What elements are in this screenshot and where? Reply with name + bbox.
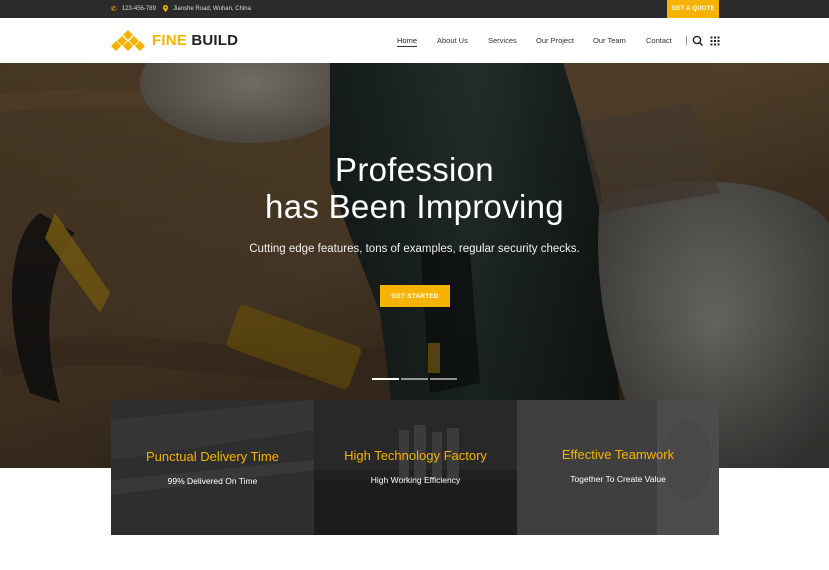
feature-title: Punctual Delivery Time	[146, 449, 279, 464]
topbar-address: Jianshe Road, Wuhan, China	[163, 0, 251, 18]
features-strip: Punctual Delivery Time 99% Delivered On …	[111, 400, 719, 535]
feature-title: Effective Teamwork	[561, 447, 675, 462]
logo-word-build: BUILD	[191, 32, 239, 49]
feature-subtitle: 99% Delivered On Time	[167, 476, 258, 486]
phone-text: 123-456-789	[121, 6, 156, 12]
get-started-button[interactable]: GET STARTED	[380, 285, 450, 307]
top-bar: ✆ 123-456-789 Jianshe Road, Wuhan, China…	[0, 0, 829, 18]
grid-menu-icon[interactable]	[709, 34, 721, 46]
hero-title-line-1: Profession	[335, 151, 494, 188]
logo-word-fine: FINE	[152, 32, 187, 49]
feature-background-image	[314, 400, 517, 535]
nav-item-about-us[interactable]: About Us	[437, 18, 468, 63]
feature-card-teamwork[interactable]: Effective Teamwork Together To Create Va…	[517, 400, 719, 535]
hero-subtitle: Cutting edge features, tons of examples,…	[249, 243, 580, 255]
address-text: Jianshe Road, Wuhan, China	[173, 6, 251, 12]
feature-title: High Technology Factory	[344, 448, 487, 463]
nav-divider	[686, 36, 687, 45]
nav-item-home[interactable]: Home	[397, 18, 418, 63]
feature-card-factory[interactable]: High Technology Factory High Working Eff…	[314, 400, 517, 535]
feature-card-delivery[interactable]: Punctual Delivery Time 99% Delivered On …	[111, 400, 314, 535]
feature-subtitle: High Working Efficiency	[370, 475, 461, 485]
main-header: FINE BUILD Home About Us Services Our Pr…	[0, 18, 829, 63]
nav-item-services[interactable]: Services	[488, 18, 517, 63]
feature-subtitle: Together To Create Value	[570, 474, 666, 484]
slider-dot-1[interactable]	[372, 378, 399, 380]
feature-background-image	[111, 400, 314, 535]
nav-item-our-team[interactable]: Our Team	[593, 18, 626, 63]
slider-dot-3[interactable]	[430, 378, 457, 380]
nav-item-our-project[interactable]: Our Project	[536, 18, 574, 63]
logo[interactable]: FINE BUILD	[110, 29, 238, 52]
get-a-quote-button[interactable]: GET A QUOTE	[667, 0, 719, 18]
hero-title-line-2: has Been Improving	[265, 188, 564, 225]
feature-background-image	[517, 400, 719, 535]
slider-dot-2[interactable]	[401, 378, 428, 380]
logo-diamond-icon	[111, 29, 145, 51]
location-icon	[163, 4, 168, 14]
nav-item-contact[interactable]: Contact	[646, 18, 672, 63]
search-icon[interactable]	[692, 34, 704, 47]
logo-text: FINE BUILD	[152, 32, 238, 49]
topbar-phone: ✆ 123-456-789	[111, 0, 156, 18]
phone-icon: ✆	[111, 6, 117, 13]
